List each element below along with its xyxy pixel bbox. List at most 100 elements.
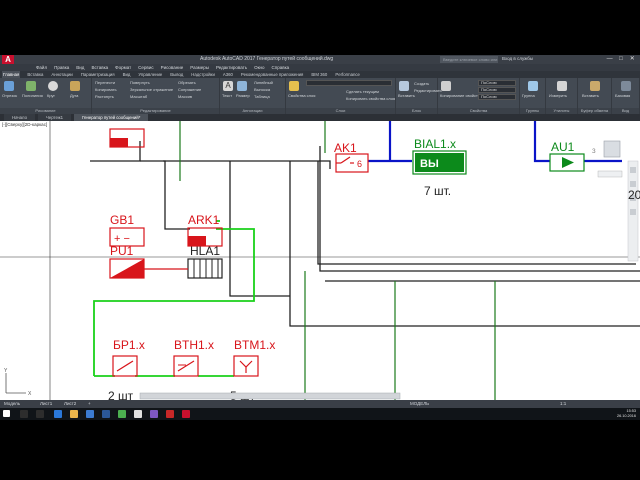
layers-make-current[interactable]: Сделать текущим bbox=[346, 89, 379, 94]
modify-copy[interactable]: Копировать bbox=[95, 87, 117, 92]
menu-insert[interactable]: Вставка bbox=[91, 64, 108, 71]
tab-parametric[interactable]: Параметризация bbox=[80, 71, 116, 78]
annot-table[interactable]: Таблица bbox=[254, 94, 270, 99]
horizontal-scrollbar[interactable] bbox=[139, 392, 401, 400]
block-create[interactable]: Создать bbox=[414, 81, 429, 86]
signin-link[interactable]: Вход в службы bbox=[502, 56, 533, 61]
app-icon-3[interactable] bbox=[166, 410, 174, 418]
menu-format[interactable]: Формат bbox=[115, 64, 131, 71]
modify-scale[interactable]: Масштаб bbox=[130, 94, 147, 99]
dimension-icon[interactable] bbox=[237, 81, 247, 91]
draw-item-arc[interactable]: Дуга bbox=[70, 93, 78, 98]
tab-featured-apps[interactable]: Рекомендованные приложения bbox=[240, 71, 304, 78]
task-view-icon[interactable] bbox=[36, 410, 44, 418]
modify-move[interactable]: Перенести bbox=[95, 80, 115, 85]
menu-tools[interactable]: Сервис bbox=[138, 64, 153, 71]
doc-tab-drawing1[interactable]: Чертеж1 bbox=[37, 114, 72, 121]
navigation-bar[interactable] bbox=[627, 160, 639, 262]
menu-draw[interactable]: Рисование bbox=[161, 64, 184, 71]
minimize-button[interactable]: — bbox=[604, 55, 615, 64]
block-insert[interactable]: Вставить bbox=[398, 93, 415, 98]
drawing-canvas[interactable]: [-][Сверху][2D-каркас] AK1 6 BIAL1.x ВЫ … bbox=[0, 121, 640, 400]
measure-icon[interactable] bbox=[557, 81, 567, 91]
text-icon[interactable]: A bbox=[223, 81, 233, 91]
menu-help[interactable]: Справка bbox=[272, 64, 290, 71]
windows-start-icon[interactable] bbox=[3, 410, 10, 417]
doc-tab-start[interactable]: Начало bbox=[4, 114, 35, 121]
draw-item-polyline[interactable]: Полилиния bbox=[22, 93, 43, 98]
match-properties-icon[interactable] bbox=[441, 81, 451, 91]
viewport-label[interactable]: [-][Сверху][2D-каркас] bbox=[2, 122, 47, 127]
annotation-scale[interactable]: 1:1 bbox=[560, 400, 566, 408]
add-layout-button[interactable]: + bbox=[88, 400, 91, 408]
tab-addins[interactable]: Надстройки bbox=[190, 71, 216, 78]
tab-a360[interactable]: A360 bbox=[222, 71, 234, 78]
annot-dimension[interactable]: Размер bbox=[236, 93, 250, 98]
mail-icon[interactable] bbox=[86, 410, 94, 418]
line-icon[interactable] bbox=[4, 81, 14, 91]
model-tab[interactable]: Модель bbox=[4, 400, 20, 408]
layers-match[interactable]: Копировать свойства слоя bbox=[346, 96, 395, 101]
file-explorer-icon[interactable] bbox=[70, 410, 78, 418]
modify-trim[interactable]: Обрезать bbox=[178, 80, 196, 85]
tab-manage[interactable]: Управление bbox=[137, 71, 163, 78]
layer-combo[interactable] bbox=[306, 80, 392, 86]
color-combo[interactable]: ПоСлою bbox=[478, 80, 516, 86]
ak1-switch-symbol[interactable] bbox=[335, 153, 369, 173]
layout2-tab[interactable]: Лист2 bbox=[64, 400, 76, 408]
tab-annotate[interactable]: Аннотации bbox=[50, 71, 73, 78]
menu-dimension[interactable]: Размеры bbox=[190, 64, 209, 71]
word-icon[interactable] bbox=[102, 410, 110, 418]
tab-bim360[interactable]: BIM 360 bbox=[310, 71, 328, 78]
au1-amplifier-symbol[interactable] bbox=[549, 153, 585, 172]
tab-performance[interactable]: Performance bbox=[334, 71, 361, 78]
draw-item-line[interactable]: Отрезок bbox=[2, 93, 17, 98]
tab-insert[interactable]: Вставка bbox=[26, 71, 44, 78]
modify-stretch[interactable]: Растянуть bbox=[95, 94, 114, 99]
close-button[interactable]: ✕ bbox=[627, 55, 638, 64]
circle-icon[interactable] bbox=[48, 81, 58, 91]
paste-icon[interactable] bbox=[590, 81, 600, 91]
btm1-sensor-symbol[interactable] bbox=[233, 355, 259, 377]
modify-array[interactable]: Массив bbox=[178, 94, 192, 99]
maximize-button[interactable]: □ bbox=[615, 55, 626, 64]
layout1-tab[interactable]: Лист1 bbox=[40, 400, 52, 408]
modify-rotate[interactable]: Повернуть bbox=[130, 80, 150, 85]
annot-leader[interactable]: Выноска bbox=[254, 87, 270, 92]
layers-properties[interactable]: Свойства слоя bbox=[288, 93, 315, 98]
menu-window[interactable]: Окно bbox=[254, 64, 264, 71]
system-clock[interactable]: 15:53 26.10.2016 bbox=[617, 409, 636, 419]
chrome-icon[interactable] bbox=[118, 410, 126, 418]
polyline-icon[interactable] bbox=[26, 81, 36, 91]
lineweight-combo[interactable]: ПоСлою bbox=[478, 94, 516, 100]
search-taskbar-icon[interactable] bbox=[20, 410, 28, 418]
layer-properties-icon[interactable] bbox=[289, 81, 299, 91]
annot-text[interactable]: Текст bbox=[222, 93, 232, 98]
pu1-unit-symbol[interactable] bbox=[109, 258, 145, 279]
viewcube-nav[interactable]: З bbox=[592, 140, 623, 178]
menu-file[interactable]: Файл bbox=[36, 64, 47, 71]
base-view-icon[interactable] bbox=[621, 81, 631, 91]
hla1-lamp-symbol[interactable] bbox=[187, 258, 223, 279]
props-match[interactable]: Копирование свойств bbox=[440, 93, 480, 98]
view-base[interactable]: Базовая bbox=[615, 93, 630, 98]
draw-item-circle[interactable]: Круг bbox=[47, 93, 55, 98]
clipboard-paste[interactable]: Вставить bbox=[582, 93, 599, 98]
autocad-logo-icon[interactable]: A bbox=[2, 55, 14, 64]
arc-icon[interactable] bbox=[70, 81, 80, 91]
model-space-indicator[interactable]: МОДЕЛЬ bbox=[410, 401, 429, 406]
tab-home[interactable]: Главная bbox=[2, 71, 21, 78]
linetype-combo[interactable]: ПоСлою bbox=[478, 87, 516, 93]
app-icon-2[interactable] bbox=[150, 410, 158, 418]
menu-view[interactable]: Вид bbox=[76, 64, 84, 71]
app-icon-1[interactable] bbox=[134, 410, 142, 418]
modify-fillet[interactable]: Сопряжение bbox=[178, 87, 201, 92]
top-relay-symbol[interactable] bbox=[109, 128, 145, 148]
groups-group[interactable]: Группа bbox=[522, 93, 535, 98]
modify-mirror[interactable]: Зеркальное отражение bbox=[130, 87, 173, 92]
bp1-switch-symbol[interactable] bbox=[112, 355, 138, 377]
search-input[interactable]: Введите ключевое слово или фразу bbox=[440, 56, 498, 69]
edge-icon[interactable] bbox=[54, 410, 62, 418]
autocad-taskbar-icon[interactable] bbox=[182, 410, 190, 418]
menu-modify[interactable]: Редактировать bbox=[216, 64, 247, 71]
